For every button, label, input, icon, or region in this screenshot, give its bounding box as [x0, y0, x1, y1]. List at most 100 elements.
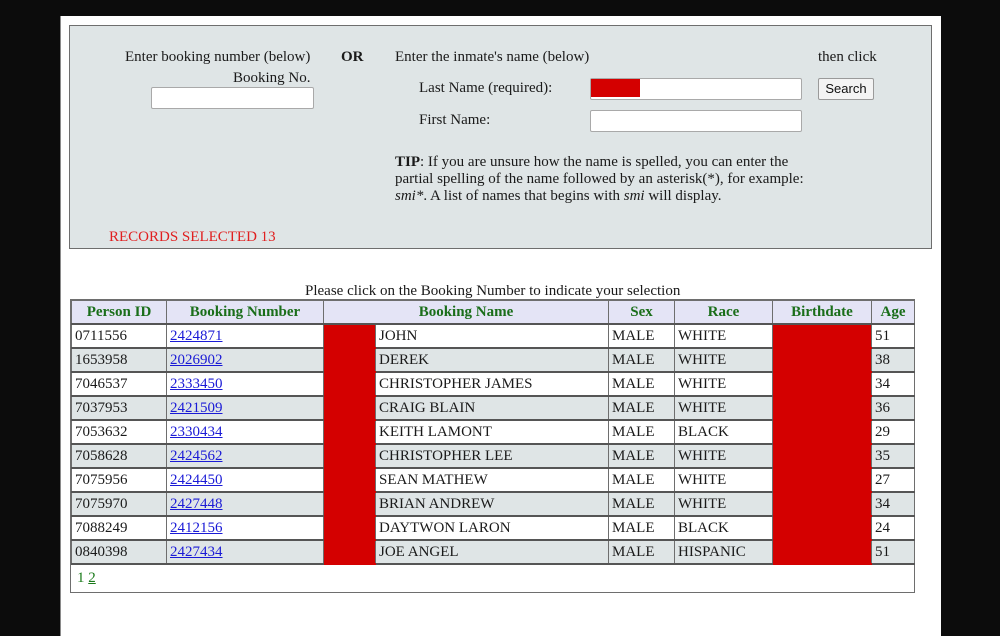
booking-number-link[interactable]: 2026902: [170, 352, 223, 368]
redacted-last-name-cell: [323, 491, 376, 517]
booking-name-cell: CHRISTOPHER JAMES: [375, 371, 609, 397]
age-cell: 51: [871, 323, 915, 349]
booking-number-cell: 2427448: [166, 491, 324, 517]
search-button[interactable]: Search: [818, 78, 874, 100]
redacted-last-name-cell: [323, 323, 376, 349]
redacted-last-name-cell: [323, 467, 376, 493]
redacted-birthdate-cell: [772, 515, 872, 541]
race-cell: WHITE: [674, 347, 773, 373]
redacted-last-name-cell: [323, 371, 376, 397]
redacted-last-name-cell: [323, 395, 376, 421]
table-row: 1653958 2026902 DEREK MALE WHITE 38: [71, 347, 915, 373]
redacted-birthdate-cell: [772, 347, 872, 373]
booking-number-link[interactable]: 2424562: [170, 448, 223, 464]
race-cell: WHITE: [674, 443, 773, 469]
race-cell: WHITE: [674, 371, 773, 397]
table-row: 7075970 2427448 BRIAN ANDREW MALE WHITE 34: [71, 491, 915, 517]
sex-cell: MALE: [608, 539, 675, 565]
redacted-birthdate-cell: [772, 419, 872, 445]
booking-number-cell: 2424450: [166, 467, 324, 493]
last-name-label: Last Name (required):: [419, 80, 553, 96]
booking-number-cell: 2333450: [166, 371, 324, 397]
redacted-birthdate-cell: [772, 467, 872, 493]
page-link-2[interactable]: 2: [88, 570, 96, 586]
redacted-last-name-cell: [323, 419, 376, 445]
sex-cell: MALE: [608, 395, 675, 421]
booking-number-link[interactable]: 2424450: [170, 472, 223, 488]
sex-cell: MALE: [608, 323, 675, 349]
sex-cell: MALE: [608, 371, 675, 397]
booking-name-cell: DEREK: [375, 347, 609, 373]
redacted-last-name: [591, 79, 640, 97]
table-header-row: Person ID Booking Number Booking Name Se…: [71, 300, 915, 325]
age-cell: 34: [871, 371, 915, 397]
race-cell: WHITE: [674, 491, 773, 517]
header-booking-name: Booking Name: [323, 300, 609, 325]
booking-name-cell: JOHN: [375, 323, 609, 349]
booking-number-link[interactable]: 2427448: [170, 496, 223, 512]
booking-name-cell: CRAIG BLAIN: [375, 395, 609, 421]
person-id-cell: 7088249: [71, 515, 167, 541]
header-birthdate: Birthdate: [772, 300, 872, 325]
sex-cell: MALE: [608, 491, 675, 517]
table-row: 7088249 2412156 DAYTWON LARON MALE BLACK 24: [71, 515, 915, 541]
person-id-cell: 0711556: [71, 323, 167, 349]
booking-number-link[interactable]: 2333450: [170, 376, 223, 392]
booking-name-cell: JOE ANGEL: [375, 539, 609, 565]
person-id-cell: 7046537: [71, 371, 167, 397]
sex-cell: MALE: [608, 419, 675, 445]
age-cell: 27: [871, 467, 915, 493]
table-row: 7053632 2330434 KEITH LAMONT MALE BLACK 29: [71, 419, 915, 445]
header-booking-number: Booking Number: [166, 300, 324, 325]
header-person-id: Person ID: [71, 300, 167, 325]
table-row: 7075956 2424450 SEAN MATHEW MALE WHITE 27: [71, 467, 915, 493]
header-sex: Sex: [608, 300, 675, 325]
search-panel: Enter booking number (below) OR Enter th…: [69, 25, 932, 249]
booking-number-cell: 2421509: [166, 395, 324, 421]
tip-label: TIP: [395, 154, 421, 170]
booking-prompt: Enter booking number (below): [125, 49, 311, 65]
table-row: 7046537 2333450 CHRISTOPHER JAMES MALE WHITE…: [71, 371, 915, 397]
redacted-birthdate-cell: [772, 371, 872, 397]
booking-number-cell: 2330434: [166, 419, 324, 445]
tip-text: TIP: If you are unsure how the name is s…: [395, 154, 804, 204]
booking-name-cell: BRIAN ANDREW: [375, 491, 609, 517]
table-row: 7037953 2421509 CRAIG BLAIN MALE WHITE 36: [71, 395, 915, 421]
booking-number-label: Booking No.: [233, 70, 311, 86]
booking-number-link[interactable]: 2412156: [170, 520, 223, 536]
person-id-cell: 7053632: [71, 419, 167, 445]
records-selected-count: RECORDS SELECTED 13: [109, 229, 276, 245]
person-id-cell: 7075970: [71, 491, 167, 517]
redacted-birthdate-cell: [772, 539, 872, 565]
booking-number-input[interactable]: [151, 87, 314, 109]
person-id-cell: 7058628: [71, 443, 167, 469]
then-click-label: then click: [818, 49, 877, 65]
table-row: 0840398 2427434 JOE ANGEL MALE HISPANIC 51: [71, 539, 915, 565]
redacted-last-name-cell: [323, 539, 376, 565]
page-container: Enter booking number (below) OR Enter th…: [60, 16, 941, 636]
redacted-last-name-cell: [323, 347, 376, 373]
redacted-birthdate-cell: [772, 491, 872, 517]
redacted-birthdate-cell: [772, 323, 872, 349]
age-cell: 35: [871, 443, 915, 469]
person-id-cell: 0840398: [71, 539, 167, 565]
booking-number-link[interactable]: 2330434: [170, 424, 223, 440]
age-cell: 29: [871, 419, 915, 445]
race-cell: BLACK: [674, 515, 773, 541]
first-name-input[interactable]: [590, 110, 802, 132]
sex-cell: MALE: [608, 347, 675, 373]
redacted-birthdate-cell: [772, 395, 872, 421]
booking-number-cell: 2424871: [166, 323, 324, 349]
booking-name-cell: KEITH LAMONT: [375, 419, 609, 445]
booking-number-link[interactable]: 2421509: [170, 400, 223, 416]
age-cell: 36: [871, 395, 915, 421]
table-row: 0711556 2424871 JOHN MALE WHITE 51: [71, 323, 915, 349]
race-cell: WHITE: [674, 323, 773, 349]
or-label: OR: [341, 49, 364, 65]
race-cell: WHITE: [674, 467, 773, 493]
booking-number-link[interactable]: 2427434: [170, 544, 223, 560]
booking-number-link[interactable]: 2424871: [170, 328, 223, 344]
booking-number-cell: 2026902: [166, 347, 324, 373]
first-name-label: First Name:: [419, 112, 491, 128]
header-race: Race: [674, 300, 773, 325]
